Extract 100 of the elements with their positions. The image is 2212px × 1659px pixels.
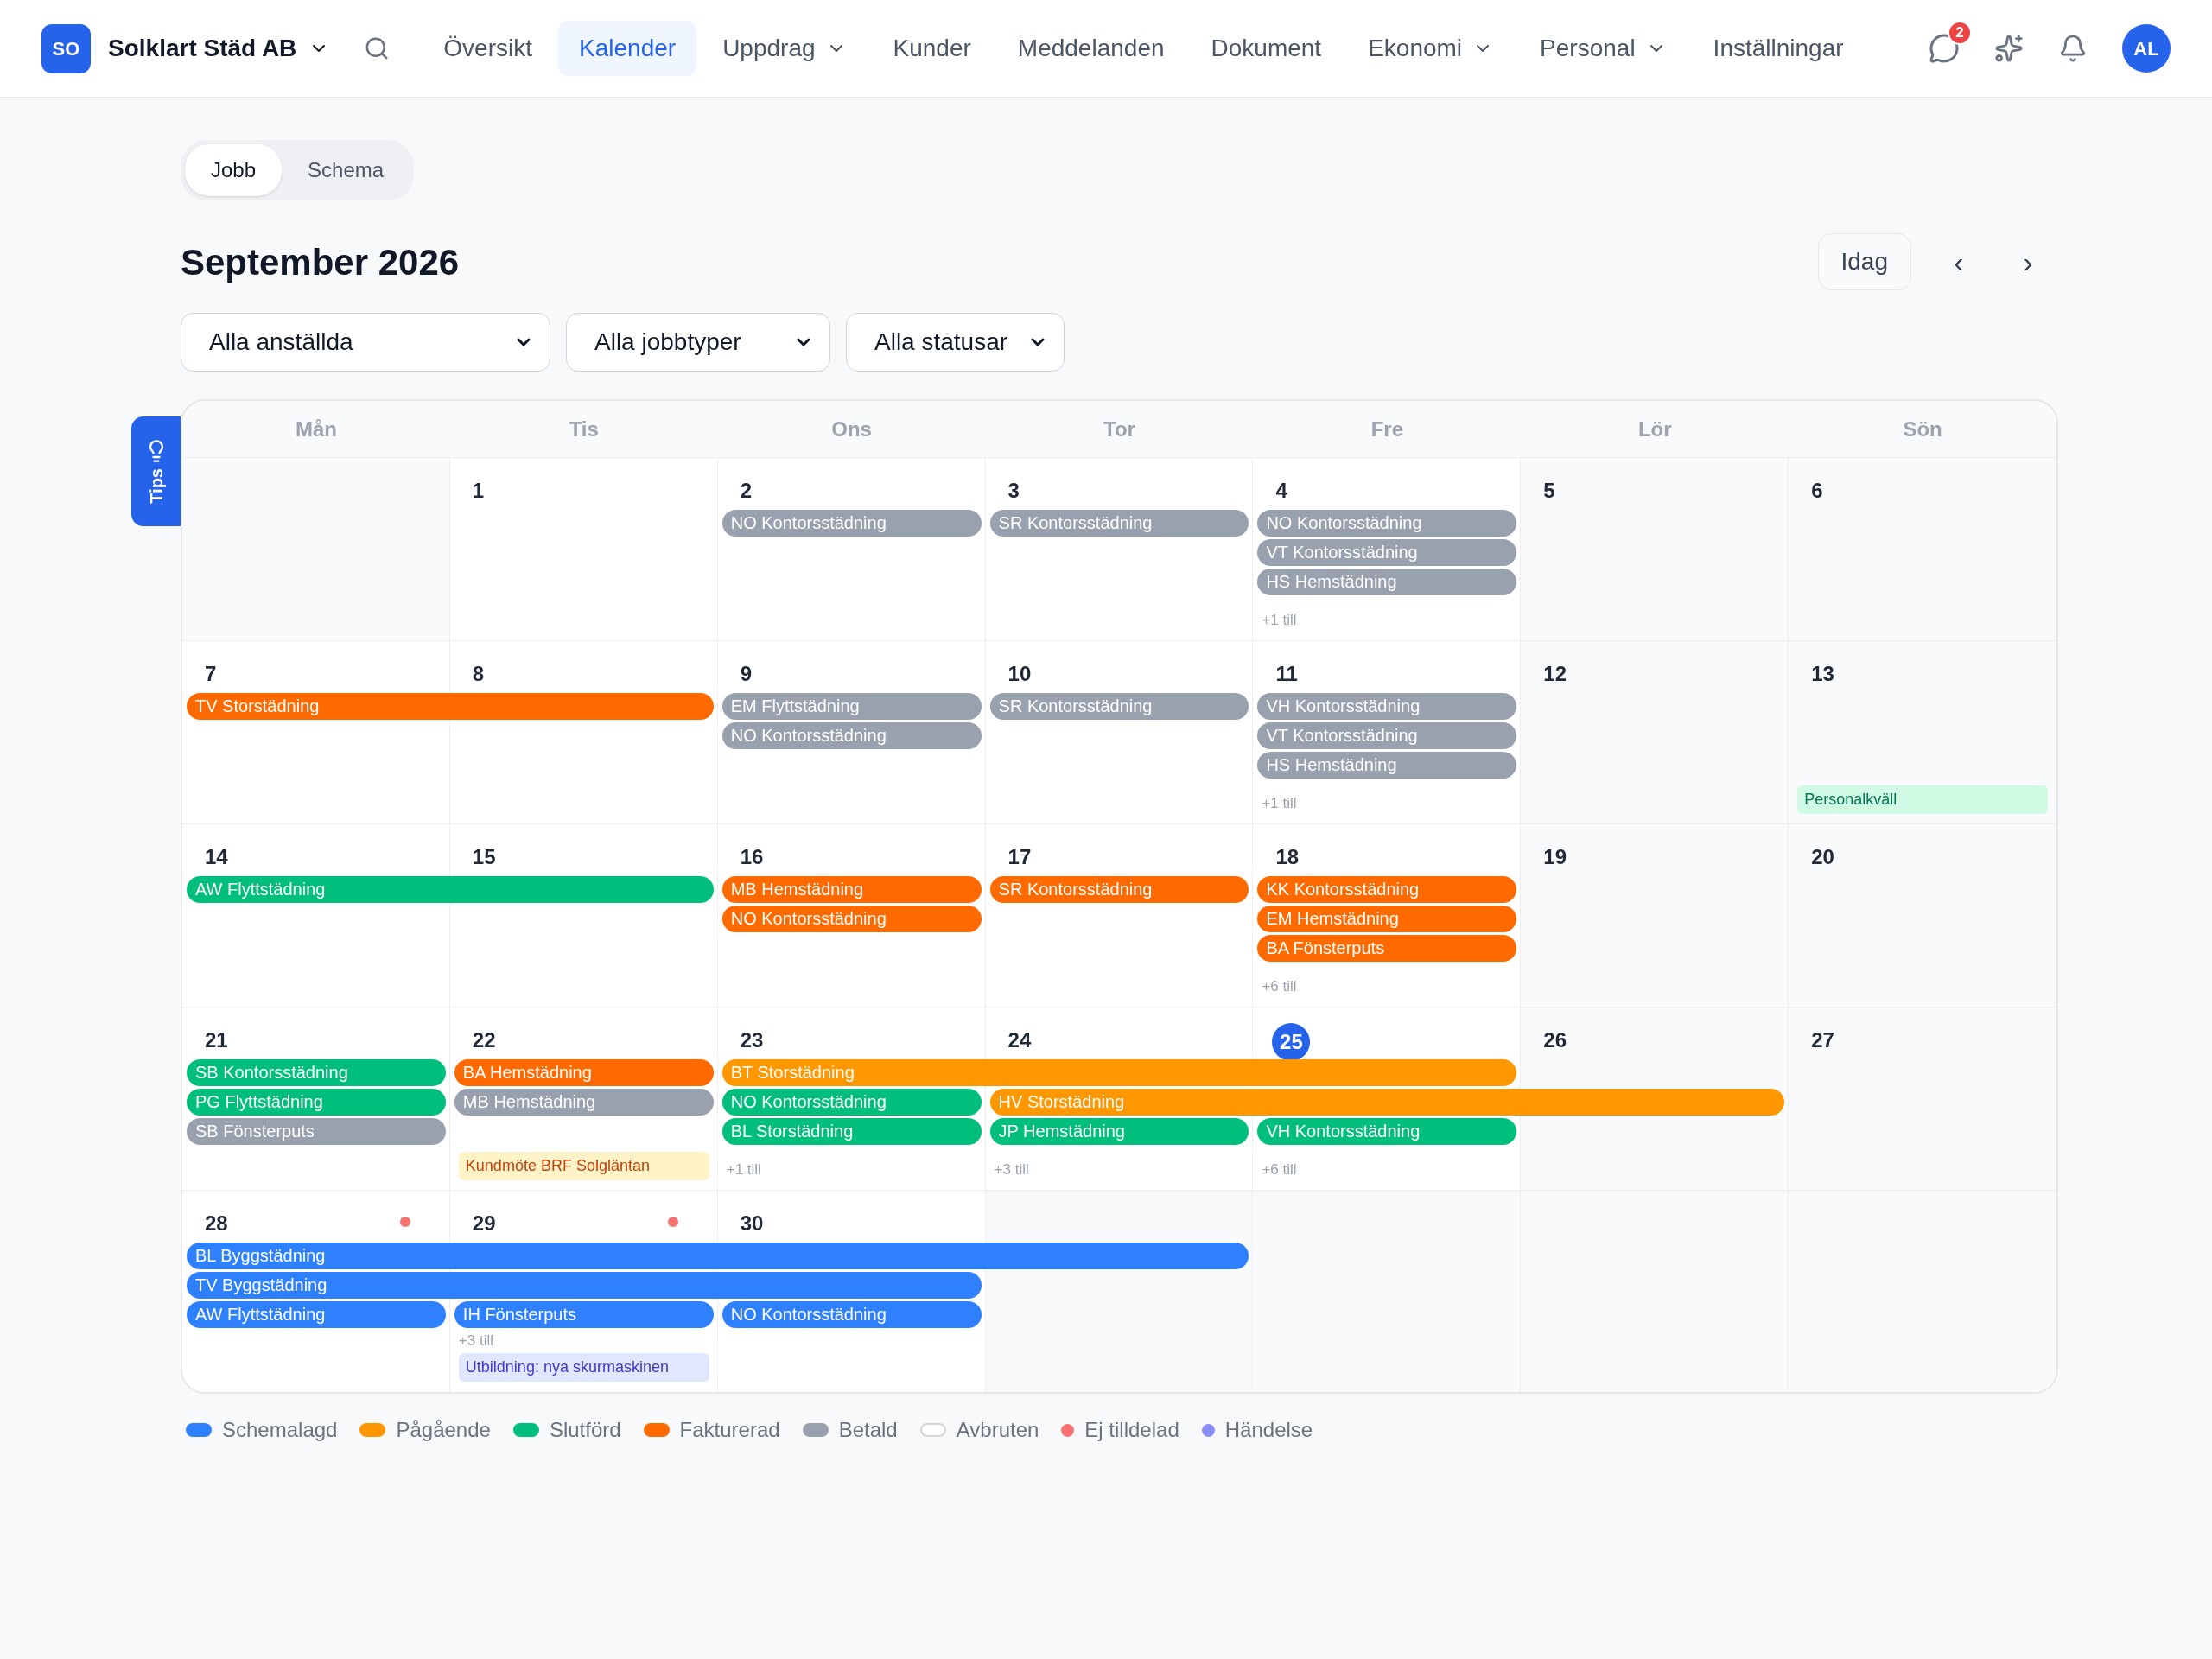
- job-event[interactable]: VH Kontorsstädning: [1257, 692, 1517, 720]
- day-number: 13: [1810, 661, 1835, 687]
- job-event[interactable]: TV Byggstädning: [187, 1271, 982, 1299]
- job-event[interactable]: NO Kontorsstädning: [721, 509, 982, 537]
- day-number: 9: [739, 661, 753, 687]
- job-event[interactable]: PG Flyttstädning: [187, 1088, 446, 1116]
- day-number: 30: [739, 1211, 765, 1236]
- today-button[interactable]: Idag: [1817, 233, 1911, 290]
- calendar-note[interactable]: Personalkväll: [1797, 785, 2048, 814]
- legend-label: Betald: [838, 1417, 898, 1443]
- user-avatar[interactable]: AL: [2122, 24, 2171, 73]
- job-event[interactable]: SR Kontorsstädning: [989, 875, 1249, 903]
- more-link[interactable]: +1 till: [726, 1160, 761, 1180]
- day-number: 11: [1274, 661, 1299, 687]
- job-event[interactable]: VT Kontorsstädning: [1257, 538, 1517, 566]
- bell-icon[interactable]: [2058, 34, 2088, 63]
- nav-tab[interactable]: Dokument: [1190, 21, 1343, 76]
- job-event[interactable]: NO Kontorsstädning: [721, 1300, 982, 1328]
- more-link[interactable]: +1 till: [1262, 793, 1297, 814]
- filter-select[interactable]: Alla anställda: [181, 313, 550, 372]
- more-link[interactable]: +6 till: [1262, 976, 1297, 997]
- job-event[interactable]: IH Fönsterputs: [454, 1300, 714, 1328]
- legend-label: Avbruten: [956, 1417, 1039, 1443]
- logo-badge[interactable]: SO: [41, 23, 91, 73]
- job-event[interactable]: TV Storstädning: [187, 692, 714, 720]
- day-number: 4: [1274, 478, 1288, 504]
- job-event[interactable]: EM Hemstädning: [1257, 905, 1517, 932]
- day-number: 17: [1007, 844, 1033, 870]
- day-number: 24: [1007, 1027, 1033, 1053]
- job-event[interactable]: BL Byggstädning: [187, 1242, 1249, 1269]
- job-event[interactable]: NO Kontorsstädning: [721, 721, 982, 749]
- job-event[interactable]: EM Flyttstädning: [721, 692, 982, 720]
- legend-label: Ej tilldelad: [1084, 1417, 1179, 1443]
- weekday-header: Mån: [295, 416, 337, 442]
- nav-tab[interactable]: Uppdrag: [702, 21, 868, 76]
- day-number: 28: [204, 1211, 229, 1236]
- job-event[interactable]: SR Kontorsstädning: [989, 692, 1249, 720]
- job-event[interactable]: BL Storstädning: [721, 1117, 982, 1145]
- view-tab[interactable]: Schema: [282, 144, 410, 196]
- day-number: 7: [204, 661, 218, 687]
- calendar-note[interactable]: Kundmöte BRF Solgläntan: [458, 1152, 709, 1180]
- legend-label: Pågående: [396, 1417, 491, 1443]
- job-event[interactable]: BT Storstädning: [721, 1058, 1517, 1086]
- sparkle-icon[interactable]: [1994, 34, 2024, 63]
- filter-select[interactable]: Alla statusar: [846, 313, 1065, 372]
- nav-tab[interactable]: Översikt: [423, 21, 554, 76]
- job-event[interactable]: HV Storstädning: [989, 1088, 1785, 1116]
- job-event[interactable]: BA Hemstädning: [454, 1058, 714, 1086]
- job-event[interactable]: HS Hemstädning: [1257, 568, 1517, 595]
- day-number: 10: [1007, 661, 1033, 687]
- nav-tab[interactable]: Kalender: [558, 21, 697, 76]
- job-event[interactable]: SR Kontorsstädning: [989, 509, 1249, 537]
- next-button[interactable]: ›: [2006, 240, 2050, 283]
- weekday-header: Lör: [1637, 416, 1672, 442]
- job-event[interactable]: JP Hemstädning: [989, 1117, 1249, 1145]
- nav-tab[interactable]: Personal: [1519, 21, 1688, 76]
- company-switcher[interactable]: Solklart Städ AB: [108, 30, 330, 67]
- more-link[interactable]: +1 till: [1262, 610, 1297, 631]
- job-event[interactable]: SB Kontorsstädning: [187, 1058, 446, 1086]
- job-event[interactable]: KK Kontorsstädning: [1257, 875, 1517, 903]
- weekday-header: Fre: [1370, 416, 1404, 442]
- job-event[interactable]: MB Hemstädning: [721, 875, 982, 903]
- calendar-note[interactable]: Utbildning: nya skurmaskinen: [458, 1353, 709, 1382]
- job-event[interactable]: AW Flyttstädning: [187, 1300, 446, 1328]
- day-number: 12: [1542, 661, 1567, 687]
- day-number: 18: [1274, 844, 1300, 870]
- nav-tab[interactable]: Ekonomi: [1347, 21, 1515, 76]
- job-event[interactable]: NO Kontorsstädning: [721, 1088, 982, 1116]
- day-number: 14: [204, 844, 229, 870]
- job-event[interactable]: NO Kontorsstädning: [1257, 509, 1517, 537]
- day-number: 27: [1810, 1027, 1835, 1053]
- job-event[interactable]: AW Flyttstädning: [187, 875, 714, 903]
- job-event[interactable]: VT Kontorsstädning: [1257, 721, 1517, 749]
- day-number: 19: [1542, 844, 1567, 870]
- more-link[interactable]: +3 till: [994, 1160, 1029, 1180]
- nav-tab[interactable]: Inställningar: [1692, 21, 1865, 76]
- more-link[interactable]: +6 till: [1262, 1160, 1297, 1180]
- day-number: 29: [471, 1211, 497, 1236]
- nav-tab[interactable]: Meddelanden: [996, 21, 1185, 76]
- view-tab[interactable]: Jobb: [185, 144, 283, 196]
- day-number: 16: [739, 844, 765, 870]
- job-event[interactable]: HS Hemstädning: [1257, 751, 1517, 779]
- day-number: 23: [739, 1027, 765, 1053]
- weekday-header: Ons: [831, 416, 872, 442]
- day-number: 8: [471, 661, 486, 687]
- job-event[interactable]: NO Kontorsstädning: [721, 905, 982, 932]
- previous-button[interactable]: ‹: [1937, 240, 1980, 283]
- job-event[interactable]: SB Fönsterputs: [187, 1117, 446, 1145]
- job-event[interactable]: VH Kontorsstädning: [1257, 1117, 1517, 1145]
- month-title: September 2026: [181, 240, 460, 284]
- day-number: 2: [739, 478, 753, 504]
- weekday-header: Tor: [1103, 416, 1135, 442]
- filter-select[interactable]: Alla jobbtyper: [566, 313, 830, 372]
- more-link[interactable]: +3 till: [458, 1331, 493, 1351]
- day-number: 22: [471, 1027, 497, 1053]
- job-event[interactable]: MB Hemstädning: [454, 1088, 714, 1116]
- legend-label: Slutförd: [549, 1417, 621, 1443]
- job-event[interactable]: BA Fönsterputs: [1257, 934, 1517, 962]
- tips-tab[interactable]: Tips: [131, 416, 181, 526]
- nav-tab[interactable]: Kunder: [872, 21, 992, 76]
